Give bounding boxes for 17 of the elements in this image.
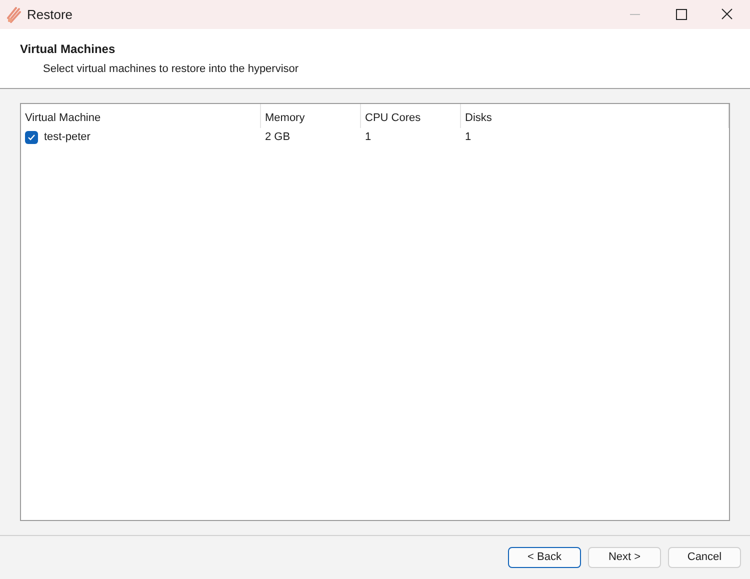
table-cell-text: 1	[465, 130, 472, 145]
wizard-button[interactable]: Next >	[588, 547, 661, 568]
page-title: Virtual Machines	[20, 41, 116, 58]
page-subtitle: Select virtual machines to restore into the hypervisor	[42, 62, 300, 77]
column-header[interactable]: CPU Cores	[361, 104, 461, 128]
checkmark-icon	[27, 132, 36, 142]
column-header[interactable]: Disks	[461, 104, 729, 128]
window-title: Restore	[27, 6, 73, 24]
table-cell-text: 2 GB	[265, 130, 290, 145]
checkbox[interactable]	[25, 130, 38, 144]
comet-icon	[7, 6, 21, 22]
table-cell-text: test-peter	[44, 130, 90, 145]
column-header[interactable]: Virtual Machine	[21, 104, 261, 128]
column-header[interactable]: Memory	[261, 104, 361, 128]
wizard-button[interactable]: < Back	[508, 547, 581, 568]
table-cell-text: 1	[365, 130, 372, 145]
wizard-button[interactable]: Cancel	[668, 547, 741, 568]
